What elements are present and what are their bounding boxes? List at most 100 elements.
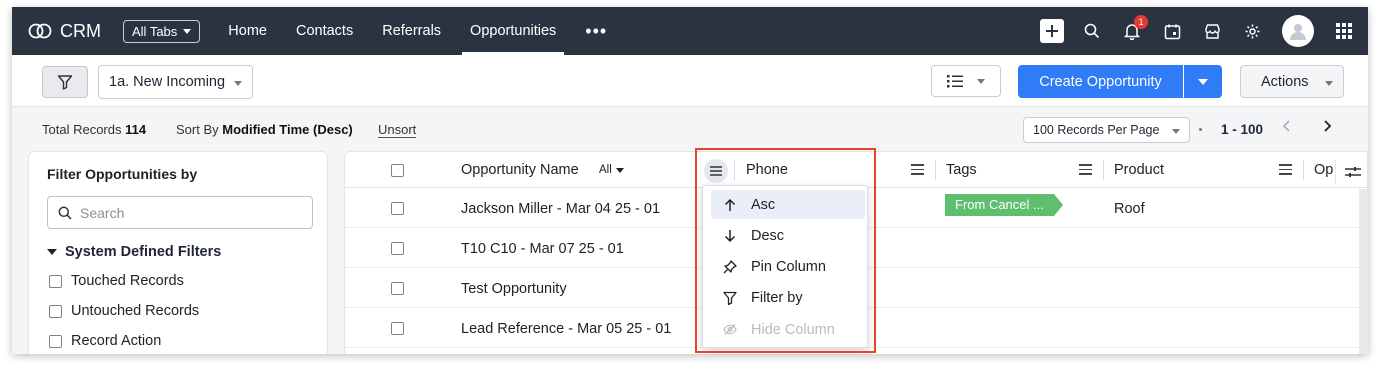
all-tabs-button[interactable]: All Tabs	[123, 19, 201, 43]
filter-item-label: Untouched Records	[71, 303, 200, 319]
actions-label: Actions	[1261, 73, 1309, 90]
name-filter-label: All	[599, 164, 612, 176]
filter-panel: Filter Opportunities by Search System De…	[28, 151, 328, 354]
unsort-link[interactable]: Unsort	[378, 122, 417, 138]
column-divider	[935, 160, 936, 180]
quick-create-button[interactable]	[1032, 7, 1072, 55]
sort-label: Sort By	[176, 122, 219, 137]
crm-logo[interactable]: CRM	[28, 21, 101, 42]
next-page-icon[interactable]	[1322, 119, 1332, 138]
separator-dot	[1199, 128, 1202, 131]
gear-icon[interactable]	[1232, 7, 1272, 55]
system-filters-toggle[interactable]: System Defined Filters	[47, 244, 221, 260]
checkbox[interactable]	[49, 304, 62, 318]
highlight-box	[695, 148, 876, 353]
create-opportunity-button[interactable]: Create Opportunity	[1018, 65, 1183, 98]
filter-search-input[interactable]: Search	[47, 196, 313, 229]
checkbox[interactable]	[49, 274, 62, 288]
view-mode-select[interactable]	[931, 65, 1001, 97]
column-settings-icon[interactable]	[1335, 160, 1367, 184]
search-icon[interactable]	[1072, 7, 1112, 55]
marketplace-icon[interactable]	[1192, 7, 1232, 55]
notification-badge: 1	[1134, 15, 1148, 29]
top-nav: CRM All Tabs Home Contacts Referrals Opp…	[12, 7, 1368, 55]
create-options-dropdown[interactable]	[1184, 65, 1222, 98]
checkbox[interactable]	[49, 334, 62, 348]
actions-button[interactable]: Actions	[1240, 65, 1344, 98]
total-records-label: Total Records	[42, 122, 122, 137]
filter-search-placeholder: Search	[80, 204, 125, 221]
crm-window: CRM All Tabs Home Contacts Referrals Opp…	[12, 7, 1368, 354]
chevron-down-icon	[1198, 78, 1208, 85]
tab-referrals-label: Referrals	[382, 23, 442, 39]
tab-opportunities[interactable]: Opportunities	[462, 7, 565, 55]
sort-value: Modified Time (Desc)	[222, 122, 353, 137]
caret-down-icon	[47, 249, 57, 255]
filter-item-touched[interactable]: Touched Records	[49, 273, 184, 289]
opportunity-name-cell[interactable]: T10 C10 - Mar 07 25 - 01	[461, 241, 624, 257]
all-tabs-label: All Tabs	[132, 23, 178, 39]
column-next[interactable]: Op	[1314, 162, 1333, 178]
previous-page-icon[interactable]	[1282, 119, 1292, 138]
custom-view-label: 1a. New Incoming	[109, 74, 226, 90]
total-records: Total Records 114	[42, 122, 146, 137]
toggle-filter-button[interactable]	[42, 66, 88, 98]
column-opportunity-name[interactable]: Opportunity Name	[461, 162, 579, 178]
app-name: CRM	[60, 20, 101, 41]
user-avatar[interactable]	[1282, 15, 1314, 47]
total-records-value: 114	[125, 122, 147, 137]
chevron-down-icon	[1325, 81, 1333, 86]
column-divider	[1103, 160, 1104, 180]
tab-contacts-label: Contacts	[295, 23, 354, 39]
more-tabs-icon[interactable]: •••	[585, 21, 607, 42]
filter-item-record-action[interactable]: Record Action	[49, 333, 161, 349]
tab-home-label: Home	[228, 23, 267, 39]
crm-logo-icon	[28, 23, 52, 39]
row-checkbox[interactable]	[391, 322, 404, 335]
column-divider	[1303, 160, 1304, 180]
column-tags[interactable]: Tags	[946, 162, 977, 178]
records-per-page-select[interactable]: 100 Records Per Page	[1023, 117, 1190, 143]
product-column-menu-icon[interactable]	[1279, 164, 1292, 175]
column-product[interactable]: Product	[1114, 162, 1164, 178]
product-cell: Roof	[1114, 201, 1145, 217]
tab-referrals[interactable]: Referrals	[382, 7, 441, 55]
opportunity-name-cell[interactable]: Lead Reference - Mar 05 25 - 01	[461, 321, 671, 337]
apps-grid-icon[interactable]	[1324, 7, 1364, 55]
custom-view-select[interactable]: 1a. New Incoming	[98, 65, 253, 99]
notifications-button[interactable]: 1	[1112, 7, 1152, 55]
list-view-icon	[947, 74, 963, 87]
opportunity-name-cell[interactable]: Test Opportunity	[461, 281, 567, 297]
vertical-scrollbar[interactable]	[1359, 189, 1367, 354]
plus-icon	[1040, 19, 1064, 43]
chevron-down-icon	[977, 78, 985, 84]
tab-contacts[interactable]: Contacts	[296, 7, 353, 55]
chevron-down-icon	[615, 167, 624, 173]
page-range: 1 - 100	[1221, 122, 1264, 137]
system-filters-title: System Defined Filters	[65, 244, 222, 260]
opportunity-name-cell[interactable]: Jackson Miller - Mar 04 25 - 01	[461, 201, 660, 217]
nav-right-tools: 1	[1032, 7, 1368, 55]
chevron-down-icon	[234, 81, 242, 86]
filter-item-label: Touched Records	[71, 273, 184, 289]
row-checkbox[interactable]	[391, 282, 404, 295]
name-filter-select[interactable]: All	[599, 164, 624, 176]
records-bar: Total Records 114 Sort By Modified Time …	[12, 107, 1368, 151]
row-checkbox[interactable]	[391, 202, 404, 215]
list-toolbar: 1a. New Incoming Create Opportunity Acti…	[12, 55, 1368, 107]
filter-icon	[57, 75, 73, 90]
filter-item-untouched[interactable]: Untouched Records	[49, 303, 199, 319]
records-per-page-label: 100 Records Per Page	[1033, 123, 1160, 137]
row-checkbox[interactable]	[391, 242, 404, 255]
tag-badge: From Cancel ...	[945, 194, 1063, 216]
tab-opportunities-label: Opportunities	[470, 23, 557, 39]
filter-item-label: Record Action	[71, 333, 162, 349]
search-icon	[58, 206, 72, 220]
calendar-icon[interactable]	[1152, 7, 1192, 55]
tab-home[interactable]: Home	[228, 7, 267, 55]
tags-column-menu-icon[interactable]	[1079, 164, 1092, 175]
filter-panel-title: Filter Opportunities by	[47, 166, 198, 182]
phone-column-menu-icon[interactable]	[911, 164, 924, 175]
select-all-checkbox[interactable]	[391, 164, 404, 177]
chevron-down-icon	[183, 28, 192, 34]
